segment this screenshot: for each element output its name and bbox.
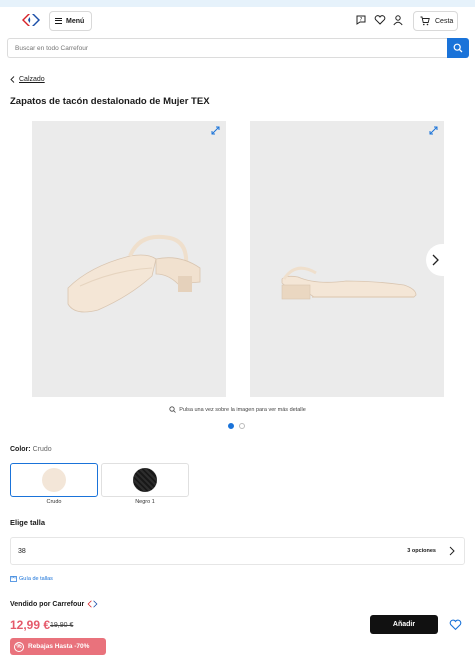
zoom-icon <box>169 406 176 413</box>
size-guide-link[interactable]: Guía de tallas <box>10 576 53 582</box>
carousel-dot[interactable] <box>228 423 234 429</box>
header: Menú ? Cesta <box>0 7 475 35</box>
cart-button[interactable]: Cesta <box>413 11 458 31</box>
color-circle-crudo <box>42 468 66 492</box>
search-icon <box>453 43 463 53</box>
top-strip <box>0 0 475 7</box>
size-selector[interactable]: 38 3 opciones <box>10 537 465 565</box>
color-swatch-label: Crudo <box>46 499 62 505</box>
ruler-icon <box>10 576 17 582</box>
color-swatch-crudo[interactable] <box>10 463 98 497</box>
search-input[interactable] <box>7 38 447 58</box>
favorite-icon[interactable] <box>449 618 462 631</box>
color-swatch-label: Negro 1 <box>135 499 155 505</box>
hamburger-icon <box>55 18 62 24</box>
add-to-cart-button[interactable]: Añadir <box>370 615 438 634</box>
size-label: Elige talla <box>10 518 46 527</box>
expand-icon[interactable] <box>211 126 220 135</box>
color-circle-negro <box>133 468 157 492</box>
seller-label: Vendido por Carrefour <box>10 600 85 608</box>
carousel-dot[interactable] <box>239 423 245 429</box>
product-image-front[interactable] <box>32 121 226 397</box>
product-image-side[interactable] <box>250 121 444 397</box>
chevron-right-icon <box>432 254 439 266</box>
promo-label: Rebajas Hasta -70% <box>28 643 90 650</box>
chat-icon[interactable]: ? <box>355 14 367 26</box>
svg-text:?: ? <box>360 17 363 23</box>
expand-icon[interactable] <box>429 126 438 135</box>
shoe-front-image <box>67 234 201 313</box>
shoe-side-image <box>281 266 417 300</box>
carrefour-logo <box>87 600 98 608</box>
discount-icon: % <box>14 641 24 652</box>
current-price: 12,99 € <box>10 618 51 632</box>
user-icon[interactable] <box>392 14 404 26</box>
menu-label: Menú <box>66 17 85 25</box>
image-hint-text: Pulsa una vez sobre la imagen para ver m… <box>179 406 306 413</box>
chevron-right-icon <box>449 546 455 556</box>
cart-icon <box>420 16 430 26</box>
page-title: Zapatos de tacón destalonado de Mujer TE… <box>10 96 210 107</box>
search-button[interactable] <box>447 38 469 58</box>
size-guide-label[interactable]: Guía de tallas <box>19 576 53 582</box>
cart-label: Cesta <box>435 17 454 25</box>
color-label: Color: Crudo <box>10 446 52 453</box>
search-bar <box>7 38 469 58</box>
carrefour-logo[interactable] <box>21 13 41 27</box>
old-price: 19,90 € <box>50 622 74 629</box>
image-hint: Pulsa una vez sobre la imagen para ver m… <box>0 406 475 413</box>
size-options-count: 3 opciones <box>407 548 436 554</box>
heart-icon[interactable] <box>374 14 386 26</box>
color-label-title: Color: <box>10 446 31 453</box>
chevron-left-icon <box>10 76 15 83</box>
size-value: 38 <box>18 547 26 555</box>
color-swatch-negro[interactable] <box>101 463 189 497</box>
breadcrumb[interactable]: Calzado <box>10 76 45 83</box>
breadcrumb-link[interactable]: Calzado <box>19 76 45 83</box>
seller-info: Vendido por Carrefour <box>10 600 98 608</box>
color-selected-value: Crudo <box>32 446 52 453</box>
carousel-dots <box>228 423 245 429</box>
menu-button[interactable]: Menú <box>49 11 92 31</box>
promo-badge: % Rebajas Hasta -70% <box>10 638 106 655</box>
